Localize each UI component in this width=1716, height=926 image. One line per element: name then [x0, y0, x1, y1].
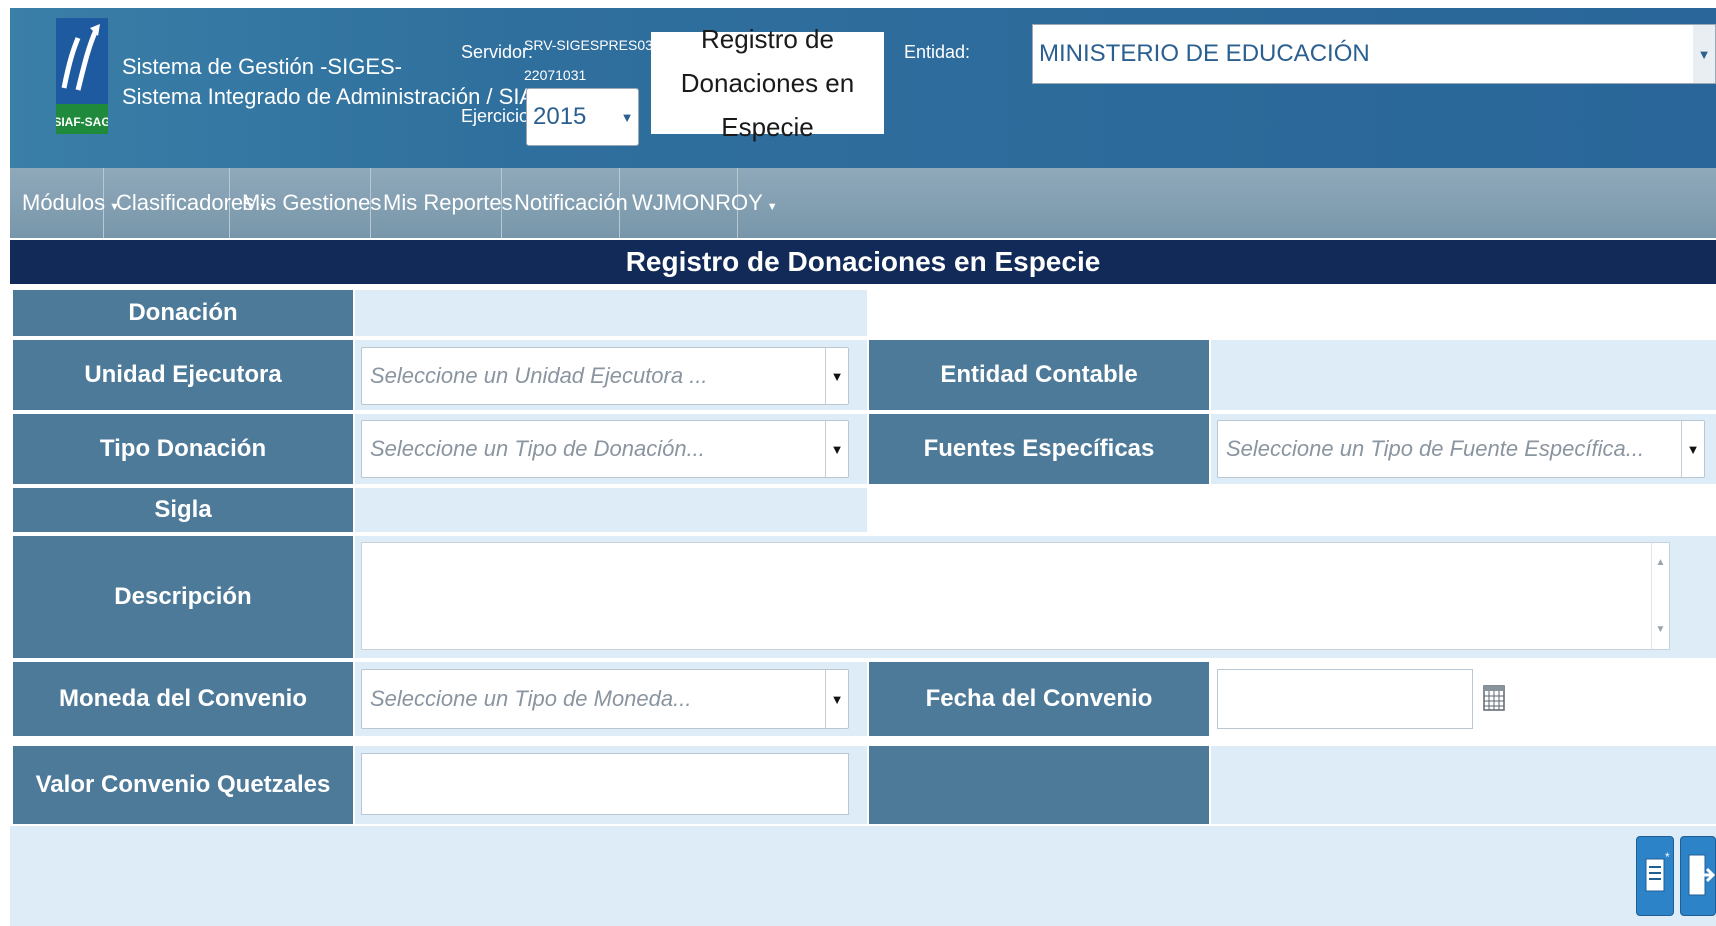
- menu-mis-reportes[interactable]: Mis Reportes: [371, 168, 513, 238]
- moneda-convenio-placeholder: Seleccione un Tipo de Moneda...: [370, 686, 692, 711]
- entidad-contable-value: [1211, 340, 1716, 410]
- year-label: Ejercicio:: [461, 106, 535, 126]
- entity-label: Entidad:: [904, 42, 971, 62]
- server-info: SRV-SIGESPRES03 22071031: [524, 30, 653, 90]
- fecha-convenio-input[interactable]: [1217, 669, 1473, 729]
- siaf-logo: SIAF-SAG: [56, 18, 108, 134]
- fuentes-especificas-placeholder: Seleccione un Tipo de Fuente Específica.…: [1226, 436, 1645, 461]
- app-window: SIAF-SAG Sistema de Gestión -SIGES- Sist…: [10, 8, 1716, 926]
- chevron-down-icon[interactable]: ▼: [825, 421, 848, 477]
- donacion-value: [355, 290, 867, 336]
- textarea-scrollbar[interactable]: ▲ ▼: [1651, 543, 1669, 649]
- chevron-down-icon[interactable]: ▼: [1693, 25, 1715, 83]
- descripcion-textarea[interactable]: ▲ ▼: [361, 542, 1670, 650]
- server-label: Servidor:: [461, 42, 534, 62]
- menu-label: Mis Gestiones: [242, 190, 382, 215]
- module-title: Registro de Donaciones en Especie: [651, 24, 884, 142]
- unidad-ejecutora-select[interactable]: Seleccione un Unidad Ejecutora ... ▼: [361, 347, 849, 405]
- chevron-down-icon[interactable]: ▼: [825, 670, 848, 728]
- menu-modulos[interactable]: Módulos ▼: [10, 168, 120, 238]
- valor-convenio-input[interactable]: [361, 753, 849, 815]
- year-select-value: 2015: [533, 103, 587, 130]
- label-donacion: Donación: [13, 290, 353, 336]
- server-code: 22071031: [524, 67, 587, 83]
- main-menu: Módulos ▼ Clasificadores ▼ Mis Gestiones M…: [10, 168, 1716, 238]
- action-bar: *: [10, 826, 1716, 926]
- caret-down-icon: ▼: [766, 201, 778, 213]
- scroll-down-icon[interactable]: ▼: [1656, 624, 1666, 635]
- menu-label: Mis Reportes: [383, 190, 513, 215]
- chevron-down-icon[interactable]: ▼: [616, 89, 638, 145]
- svg-text:*: *: [1665, 850, 1670, 864]
- menu-notificacion[interactable]: Notificación: [502, 168, 628, 238]
- label-valor-convenio: Valor Convenio Quetzales: [13, 746, 353, 824]
- menu-label: WJMONROY: [632, 190, 763, 215]
- label-unidad-ejecutora: Unidad Ejecutora: [13, 340, 353, 410]
- scroll-up-icon[interactable]: ▲: [1656, 557, 1666, 568]
- label-entidad-contable: Entidad Contable: [869, 340, 1209, 410]
- svg-text:SIAF-SAG: SIAF-SAG: [56, 115, 108, 129]
- new-document-icon: *: [1645, 850, 1670, 892]
- menu-clasificadores[interactable]: Clasificadores ▼: [104, 168, 269, 238]
- label-blank: [869, 746, 1209, 824]
- tipo-donacion-placeholder: Seleccione un Tipo de Donación...: [370, 436, 705, 461]
- label-descripcion: Descripción: [13, 536, 353, 658]
- exit-button[interactable]: [1680, 836, 1716, 916]
- chevron-down-icon[interactable]: ▼: [825, 348, 848, 404]
- label-fecha-convenio: Fecha del Convenio: [869, 662, 1209, 736]
- menu-label: Notificación: [514, 190, 628, 215]
- form-title: Registro de Donaciones en Especie: [10, 240, 1716, 284]
- menu-mis-gestiones[interactable]: Mis Gestiones: [230, 168, 381, 238]
- exit-door-icon: [1688, 854, 1716, 896]
- label-tipo-donacion: Tipo Donación: [13, 414, 353, 484]
- menu-user[interactable]: WJMONROY ▼: [620, 168, 778, 238]
- chevron-down-icon[interactable]: ▼: [1681, 421, 1704, 477]
- new-document-button[interactable]: *: [1636, 836, 1674, 916]
- label-fuentes-especificas: Fuentes Específicas: [869, 414, 1209, 484]
- entity-select-value: MINISTERIO DE EDUCACIÓN: [1039, 40, 1370, 67]
- menu-label: Módulos: [22, 190, 106, 215]
- header: SIAF-SAG Sistema de Gestión -SIGES- Sist…: [10, 8, 1716, 168]
- label-sigla: Sigla: [13, 488, 353, 532]
- calendar-icon[interactable]: [1477, 674, 1511, 722]
- fuentes-especificas-select[interactable]: Seleccione un Tipo de Fuente Específica.…: [1217, 420, 1705, 478]
- sigla-value: [355, 488, 867, 532]
- blank-cell: [1211, 746, 1716, 824]
- server-name: SRV-SIGESPRES03: [524, 37, 653, 53]
- unidad-ejecutora-placeholder: Seleccione un Unidad Ejecutora ...: [370, 363, 708, 388]
- label-moneda-convenio: Moneda del Convenio: [13, 662, 353, 736]
- entity-select[interactable]: MINISTERIO DE EDUCACIÓN ▼: [1032, 24, 1716, 84]
- tipo-donacion-select[interactable]: Seleccione un Tipo de Donación... ▼: [361, 420, 849, 478]
- moneda-convenio-select[interactable]: Seleccione un Tipo de Moneda... ▼: [361, 669, 849, 729]
- year-select[interactable]: 2015 ▼: [526, 88, 639, 146]
